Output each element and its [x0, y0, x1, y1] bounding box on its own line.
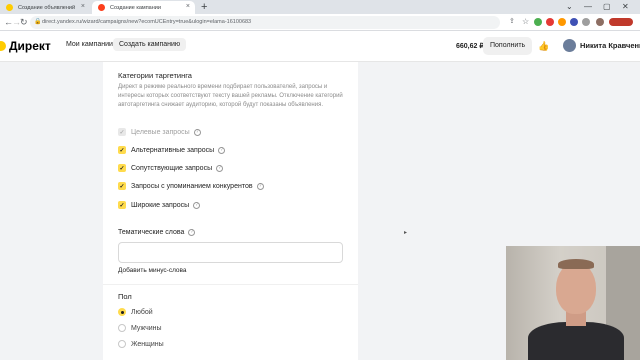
reload-icon[interactable]: ↻ — [20, 17, 28, 27]
checkbox[interactable]: ✓ — [118, 146, 126, 154]
keywords-title: Тематические слова — [118, 228, 185, 236]
bookmark-star-icon[interactable]: ☆ — [522, 17, 529, 27]
targeting-categories-title: Категории таргетинга — [118, 71, 192, 80]
category-related-queries[interactable]: ✓ Сопутствующие запросы ? — [118, 162, 224, 174]
minimize-button[interactable]: — — [584, 1, 592, 13]
help-icon[interactable]: ? — [188, 228, 196, 236]
direct-favicon-icon — [98, 4, 105, 11]
help-icon[interactable]: ? — [193, 201, 201, 209]
avatar[interactable] — [563, 39, 576, 52]
presenter-hair — [558, 259, 594, 269]
browser-tab-strip: Создание объявлений × Создание кампании … — [0, 0, 640, 14]
gender-title: Пол — [118, 292, 132, 301]
checkbox-label: Целевые запросы — [131, 128, 190, 136]
gender-option-female[interactable]: Женщины — [118, 338, 164, 350]
lock-icon: 🔒 — [34, 19, 42, 25]
campaign-form-panel: Категории таргетинга Директ в режиме реа… — [103, 62, 358, 360]
checkbox-label: Сопутствующие запросы — [131, 164, 213, 172]
extension-icon[interactable] — [558, 18, 566, 26]
app-header: Директ Мои кампании Создать кампанию 660… — [0, 31, 640, 62]
radio-button[interactable] — [118, 340, 126, 348]
checkbox[interactable]: ✓ — [118, 164, 126, 172]
add-minus-words-link[interactable]: Добавить минус-слова — [118, 267, 187, 274]
checkbox[interactable]: ✓ — [118, 182, 126, 190]
profile-avatar[interactable] — [596, 18, 604, 26]
address-bar[interactable]: 🔒 direct.yandex.ru/wizard/campaigns/new?… — [30, 16, 500, 29]
direct-logo[interactable]: Директ — [0, 39, 51, 53]
radio-label: Любой — [131, 308, 153, 316]
share-icon[interactable]: ⇪ — [509, 17, 515, 27]
maximize-button[interactable]: ▢ — [603, 1, 611, 13]
radio-label: Мужчины — [131, 324, 162, 332]
category-alternative-queries[interactable]: ✓ Альтернативные запросы ? — [118, 144, 226, 156]
close-tab-icon[interactable]: × — [186, 3, 190, 10]
keywords-input[interactable] — [118, 242, 343, 263]
checkbox[interactable]: ✓ — [118, 201, 126, 209]
category-broad-queries[interactable]: ✓ Широкие запросы ? — [118, 199, 201, 211]
user-name[interactable]: Никита Кравченко — [580, 41, 640, 50]
radio-button[interactable] — [118, 308, 126, 316]
category-competitor-queries[interactable]: ✓ Запросы с упоминанием конкурентов ? — [118, 180, 264, 192]
help-icon[interactable]: ? — [218, 146, 226, 154]
tab-title: Создание объявлений — [18, 4, 76, 11]
topup-button[interactable]: Пополнить — [483, 37, 533, 55]
new-tab-button[interactable]: + — [201, 1, 207, 13]
keywords-heading: Тематические слова ? — [118, 226, 196, 238]
category-target-queries: ✓ Целевые запросы ? — [118, 126, 201, 138]
update-button[interactable] — [609, 18, 633, 26]
targeting-description: Директ в режиме реального времени подбир… — [118, 84, 343, 108]
logo-text: Директ — [9, 39, 51, 53]
extension-icon[interactable] — [546, 18, 554, 26]
checkbox-label: Альтернативные запросы — [131, 146, 215, 154]
browser-tab-create-ads[interactable]: Создание объявлений × — [0, 1, 90, 14]
presenter-body — [528, 322, 624, 360]
checkbox: ✓ — [118, 128, 126, 136]
extension-icon[interactable] — [570, 18, 578, 26]
help-icon[interactable]: ? — [193, 128, 201, 136]
yandex-logo-icon — [0, 41, 6, 51]
checkbox-label: Запросы с упоминанием конкурентов — [131, 182, 253, 190]
close-window-button[interactable]: ✕ — [622, 1, 629, 13]
browser-tab-create-campaign[interactable]: Создание кампании × — [92, 1, 195, 14]
help-icon[interactable]: ? — [216, 164, 224, 172]
direct-favicon-icon — [6, 4, 13, 11]
puzzle-icon[interactable] — [582, 18, 590, 26]
tab-title: Создание кампании — [110, 4, 161, 11]
nav-create-campaign[interactable]: Создать кампанию — [113, 38, 187, 51]
extension-icon[interactable] — [534, 18, 542, 26]
radio-button[interactable] — [118, 324, 126, 332]
section-divider — [103, 284, 358, 285]
address-bar-url: direct.yandex.ru/wizard/campaigns/new?ec… — [42, 19, 252, 25]
nav-my-campaigns[interactable]: Мои кампании — [66, 41, 113, 48]
radio-label: Женщины — [131, 340, 164, 348]
checkbox-label: Широкие запросы — [131, 201, 190, 209]
mouse-cursor-icon: ▸ — [404, 230, 408, 236]
browser-toolbar: ← → ↻ 🔒 direct.yandex.ru/wizard/campaign… — [0, 14, 640, 31]
tab-search-icon[interactable]: ⌄ — [566, 1, 573, 13]
close-tab-icon[interactable]: × — [81, 3, 85, 10]
gender-option-any[interactable]: Любой — [118, 306, 153, 318]
account-balance: 660,62 ₽ — [456, 43, 484, 50]
webcam-overlay — [506, 246, 640, 360]
presenter-head — [556, 262, 596, 314]
thumbs-up-icon[interactable]: 👍 — [538, 41, 549, 52]
gender-option-male[interactable]: Мужчины — [118, 322, 162, 334]
help-icon[interactable]: ? — [256, 182, 264, 190]
